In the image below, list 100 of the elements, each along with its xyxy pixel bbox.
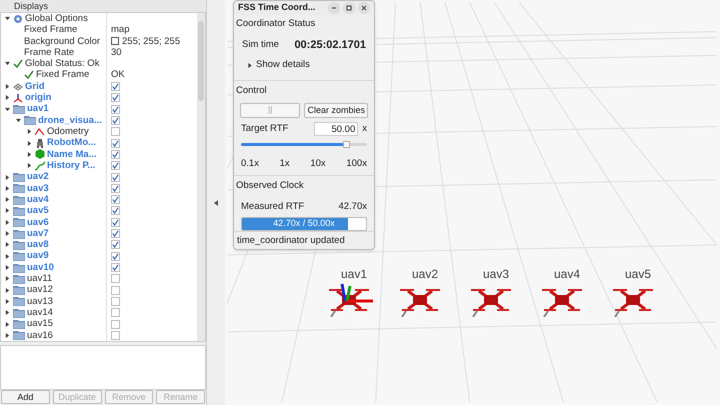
tree-item-label[interactable]: Fixed Frame (24, 25, 78, 35)
scrollbar[interactable] (197, 13, 205, 342)
tree-item-label[interactable]: uav11 (27, 274, 52, 284)
expand-arrow-icon[interactable] (248, 62, 252, 68)
tree-item-label[interactable]: uav1 (27, 104, 49, 114)
tree-item-label[interactable]: uav15 (27, 319, 53, 329)
checkbox[interactable] (111, 240, 120, 250)
expand-arrow-icon[interactable] (5, 322, 10, 327)
rtf-slider[interactable] (241, 141, 367, 147)
tree-item-label[interactable]: uav12 (27, 285, 53, 295)
close-button[interactable] (358, 2, 370, 14)
checkbox[interactable] (111, 93, 120, 102)
checkbox[interactable] (111, 286, 120, 295)
tree-item-label[interactable]: uav6 (27, 218, 49, 228)
tree-item-label[interactable]: uav16 (27, 330, 53, 340)
expand-arrow-icon[interactable] (5, 298, 10, 304)
tree-item-label[interactable]: uav3 (27, 184, 49, 194)
tree-item-label[interactable]: uav7 (27, 228, 49, 238)
checkbox[interactable] (111, 116, 120, 125)
tree-item-label[interactable]: uav8 (27, 240, 49, 250)
checkbox[interactable] (111, 263, 120, 272)
expand-arrow-icon[interactable] (27, 140, 32, 146)
tree-item-label[interactable]: Fixed Frame (36, 70, 90, 80)
tree-item-label[interactable]: Background Color (24, 36, 100, 46)
tree-item-label[interactable]: origin (25, 93, 52, 103)
collapse-arrow-icon[interactable] (214, 200, 218, 206)
tree-item-label[interactable]: Odometry (47, 127, 89, 137)
checkbox[interactable] (111, 82, 120, 92)
checkbox[interactable] (111, 104, 120, 114)
color-swatch-icon[interactable] (111, 37, 119, 46)
maximize-icon[interactable] (346, 4, 352, 11)
property-value[interactable]: map (111, 25, 130, 35)
close-icon[interactable] (361, 4, 367, 11)
expand-arrow-icon[interactable] (5, 231, 10, 236)
tree-item-label[interactable]: Global Options (25, 14, 88, 24)
checkbox[interactable] (111, 274, 120, 284)
minimize-button[interactable] (328, 2, 340, 14)
checkbox[interactable] (111, 195, 120, 204)
collapse-arrow-icon[interactable] (16, 118, 21, 123)
checkbox[interactable] (111, 229, 120, 238)
tree-item-label[interactable]: drone_visua... (38, 116, 102, 126)
expand-arrow-icon[interactable] (5, 242, 10, 248)
tree-item-label[interactable]: uav4 (27, 194, 49, 204)
clear-zombies-button[interactable]: Clear zombies (304, 102, 368, 118)
folder-icon (13, 319, 25, 330)
expand-arrow-icon[interactable] (5, 174, 10, 180)
collapse-arrow-icon[interactable] (5, 61, 10, 66)
checkbox[interactable] (111, 252, 120, 261)
expand-arrow-icon[interactable] (5, 332, 10, 338)
expand-arrow-icon[interactable] (27, 129, 32, 134)
expand-arrow-icon[interactable] (5, 186, 10, 191)
tree-item-label[interactable]: History P... (47, 160, 96, 170)
collapse-arrow-icon[interactable] (5, 106, 10, 112)
expand-arrow-icon[interactable] (5, 220, 10, 225)
checkbox[interactable] (111, 206, 120, 216)
tree-item-label[interactable]: Grid (25, 82, 45, 92)
checkbox[interactable] (111, 172, 120, 182)
expand-arrow-icon[interactable] (27, 163, 32, 168)
property-value[interactable]: OK (111, 70, 125, 80)
tree-item-label[interactable]: RobotMo... (47, 138, 96, 148)
tree-item-label[interactable]: uav5 (27, 206, 49, 216)
checkbox[interactable] (111, 330, 120, 340)
property-value[interactable]: 255; 255; 255 (122, 36, 180, 46)
tree-item-label[interactable]: uav14 (27, 308, 53, 318)
checkbox[interactable] (111, 161, 120, 170)
tree-item-label[interactable]: uav2 (27, 172, 49, 182)
expand-arrow-icon[interactable] (27, 152, 32, 157)
tree-item-label[interactable]: uav9 (27, 251, 49, 261)
checkbox[interactable] (111, 138, 120, 148)
tree-item-label[interactable]: Frame Rate (24, 48, 74, 58)
maximize-button[interactable] (343, 2, 355, 14)
collapse-arrow-icon[interactable] (5, 16, 10, 22)
folder-icon (13, 262, 25, 273)
expand-arrow-icon[interactable] (5, 254, 10, 259)
tree-item-label[interactable]: uav10 (27, 262, 54, 272)
panel-button[interactable]: Add (1, 390, 50, 404)
checkbox[interactable] (111, 296, 120, 306)
checkbox[interactable] (111, 218, 120, 227)
expand-arrow-icon[interactable] (5, 310, 10, 316)
expand-arrow-icon[interactable] (5, 265, 10, 270)
target-rtf-field[interactable]: 50.00 (314, 122, 358, 136)
tree-item-label[interactable]: uav13 (27, 296, 53, 306)
checkbox[interactable] (111, 184, 120, 193)
checkbox[interactable] (111, 127, 120, 136)
tree-item-label[interactable]: Name Ma... (47, 150, 97, 160)
minimize-icon[interactable] (331, 4, 337, 11)
expand-arrow-icon[interactable] (5, 288, 10, 293)
tree-item-label[interactable]: Global Status: Ok (25, 59, 100, 69)
expand-arrow-icon[interactable] (5, 95, 10, 100)
folder-icon (13, 240, 25, 250)
expand-arrow-icon[interactable] (5, 84, 10, 90)
checkbox[interactable] (111, 320, 120, 329)
expand-arrow-icon[interactable] (5, 276, 10, 282)
checkbox[interactable] (111, 150, 120, 159)
details-toggle[interactable]: Show details (256, 58, 310, 72)
expand-arrow-icon[interactable] (5, 208, 10, 214)
checkbox[interactable] (111, 308, 120, 318)
property-value[interactable]: 30 (111, 48, 122, 58)
folder-icon (13, 194, 25, 205)
expand-arrow-icon[interactable] (5, 197, 10, 202)
